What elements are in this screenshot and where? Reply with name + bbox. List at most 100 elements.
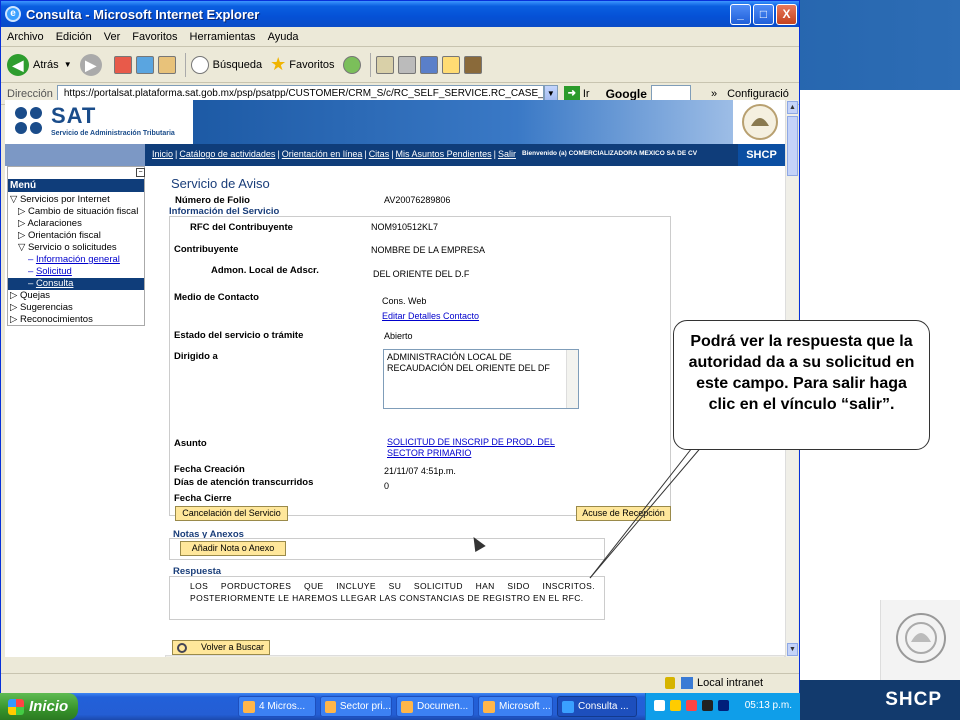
cancel-service-button[interactable]: Cancelación del Servicio (175, 506, 288, 521)
header-banner (193, 100, 733, 144)
menu-item-solicitudes[interactable]: ▽ Servicio o solicitudes (8, 242, 144, 254)
menu-item-servicios[interactable]: ▽ Servicios por Internet (8, 194, 144, 206)
ie-icon: e (5, 6, 21, 22)
menu-item-reconocimientos[interactable]: ▷ Reconocimientos (8, 314, 144, 326)
menu-bar: Archivo Edición Ver Favoritos Herramient… (1, 27, 799, 47)
menu-favoritos[interactable]: Favoritos (132, 31, 177, 43)
tray-icon[interactable] (670, 700, 681, 711)
status-bar: Local intranet (1, 673, 799, 693)
favorites-button[interactable]: ★ Favoritos (270, 54, 334, 75)
zone-label: Local intranet (697, 677, 764, 689)
vertical-scroll-thumb[interactable] (787, 116, 798, 176)
tray-icon[interactable] (718, 700, 729, 711)
collapse-menu-button[interactable]: − (136, 168, 145, 177)
lock-icon (665, 677, 675, 689)
sat-header: SAT Servicio de Administración Tributari… (5, 100, 785, 144)
dirigido-value: ADMINISTRACIÓN LOCAL DE RECAUDACIÓN DEL … (387, 352, 550, 373)
textarea-scrollbar[interactable] (566, 350, 578, 408)
slide-shcp-logo: SHCP (885, 689, 942, 710)
menu-item-orientacion[interactable]: ▷ Orientación fiscal (8, 230, 144, 242)
research-icon[interactable] (463, 55, 482, 74)
help-icon[interactable] (654, 700, 665, 711)
scroll-up-icon[interactable]: ▲ (787, 101, 798, 114)
history-icon[interactable] (342, 55, 361, 74)
mexico-seal-icon (896, 613, 946, 663)
nav-link-inicio[interactable]: Inicio (152, 149, 173, 159)
search-icon (177, 642, 187, 653)
more-icon[interactable]: » (711, 88, 717, 100)
maximize-button[interactable]: □ (753, 3, 774, 25)
back-search-label: Volver a Buscar (201, 642, 265, 652)
tray-icon[interactable] (702, 700, 713, 711)
folio-value: AV20076289806 (384, 195, 451, 205)
respuesta-value: LOS PORDUCTORES QUE INCLUYE SU SOLICITUD… (190, 581, 595, 603)
menu-ayuda[interactable]: Ayuda (268, 31, 299, 43)
back-arrow-icon: ◀ (7, 53, 29, 76)
menu-edicion[interactable]: Edición (56, 31, 92, 43)
print-icon[interactable] (397, 55, 416, 74)
task-button[interactable]: 4 Micros... (238, 696, 316, 717)
back-button[interactable]: ◀ Atrás ▼ (7, 53, 72, 76)
toolbar-separator (369, 52, 371, 77)
respuesta-panel: LOS PORDUCTORES QUE INCLUYE SU SOLICITUD… (169, 576, 605, 620)
task-button[interactable]: Documen... (396, 696, 474, 717)
scroll-down-icon[interactable]: ▼ (787, 643, 798, 656)
tray-icon[interactable] (686, 700, 697, 711)
ie-icon (562, 700, 574, 713)
menu-item-consulta[interactable]: – Consulta (8, 278, 144, 290)
minimize-button[interactable]: _ (730, 3, 751, 25)
edit-contact-link[interactable]: Editar Detalles Contacto (382, 311, 479, 321)
folder-icon[interactable] (441, 55, 460, 74)
toolbar-separator (184, 52, 186, 77)
dirigido-textarea[interactable]: ADMINISTRACIÓN LOCAL DE RECAUDACIÓN DEL … (383, 349, 579, 409)
task-button[interactable]: Microsoft ... (478, 696, 553, 717)
task-button[interactable]: Sector pri... (320, 696, 392, 717)
nav-link-citas[interactable]: Citas (369, 149, 390, 159)
config-label[interactable]: Configuració (727, 88, 789, 100)
back-search-button[interactable]: Volver a Buscar (172, 640, 270, 655)
menu-herramientas[interactable]: Herramientas (190, 31, 256, 43)
start-button[interactable]: Inicio (0, 693, 78, 720)
add-note-button[interactable]: Añadir Nota o Anexo (180, 541, 286, 556)
menu-item-sugerencias[interactable]: ▷ Sugerencias (8, 302, 144, 314)
menu-item-solicitud[interactable]: – Solicitud (8, 266, 144, 278)
stop-icon[interactable] (113, 55, 132, 74)
clock: 05:13 p.m. (744, 700, 792, 711)
mail-icon[interactable] (375, 55, 394, 74)
nav-link-catalogo[interactable]: Catálogo de actividades (179, 149, 275, 159)
menu-item-cambio[interactable]: ▷ Cambio de situación fiscal (8, 206, 144, 218)
back-label: Atrás (33, 58, 59, 71)
menu-item-informacion[interactable]: – Información general (8, 254, 144, 266)
horizontal-scrollbar[interactable] (165, 655, 785, 657)
edit-icon[interactable] (419, 55, 438, 74)
task-button-active[interactable]: Consulta ... (557, 696, 637, 717)
refresh-icon[interactable] (135, 55, 154, 74)
top-navbar: Inicio | Catálogo de actividades | Orientaci… (5, 144, 785, 166)
dirigido-label: Dirigido a (174, 351, 218, 362)
nav-link-salir[interactable]: Salir (498, 149, 516, 159)
sat-logo-text: SAT (51, 103, 97, 128)
sat-logo-subtitle: Servicio de Administración Tributaria (51, 130, 175, 137)
menu-item-quejas[interactable]: ▷ Quejas (8, 290, 144, 302)
go-label: Ir (582, 87, 590, 100)
intranet-icon (681, 677, 693, 689)
sat-dots-icon (15, 107, 47, 137)
nav-link-pendientes[interactable]: Mis Asuntos Pendientes (396, 149, 492, 159)
callout-text: Podrá ver la respuesta que la autoridad … (688, 333, 915, 413)
forward-button[interactable]: ▶ (79, 53, 106, 76)
menu-ver[interactable]: Ver (104, 31, 121, 43)
menu-title: Menú (8, 179, 144, 192)
app-icon (483, 700, 495, 713)
system-tray: 05:13 p.m. (645, 693, 800, 720)
close-button[interactable]: X (776, 3, 797, 25)
toolbar: ◀ Atrás ▼ ▶ Búsqueda ★ Favoritos (1, 47, 799, 83)
star-icon: ★ (270, 54, 287, 74)
nav-link-orientacion[interactable]: Orientación en línea (282, 149, 363, 159)
side-menu: − Menú ▽ Servicios por Internet ▷ Cambio… (7, 166, 145, 326)
menu-item-aclaraciones[interactable]: ▷ Aclaraciones (8, 218, 144, 230)
chevron-down-icon: ▼ (63, 60, 72, 69)
home-icon[interactable] (157, 55, 176, 74)
asunto-link[interactable]: SOLICITUD DE INSCRIP DE PROD. DEL SECTOR… (387, 437, 587, 459)
search-button[interactable]: Búsqueda (190, 55, 262, 74)
menu-archivo[interactable]: Archivo (7, 31, 44, 43)
